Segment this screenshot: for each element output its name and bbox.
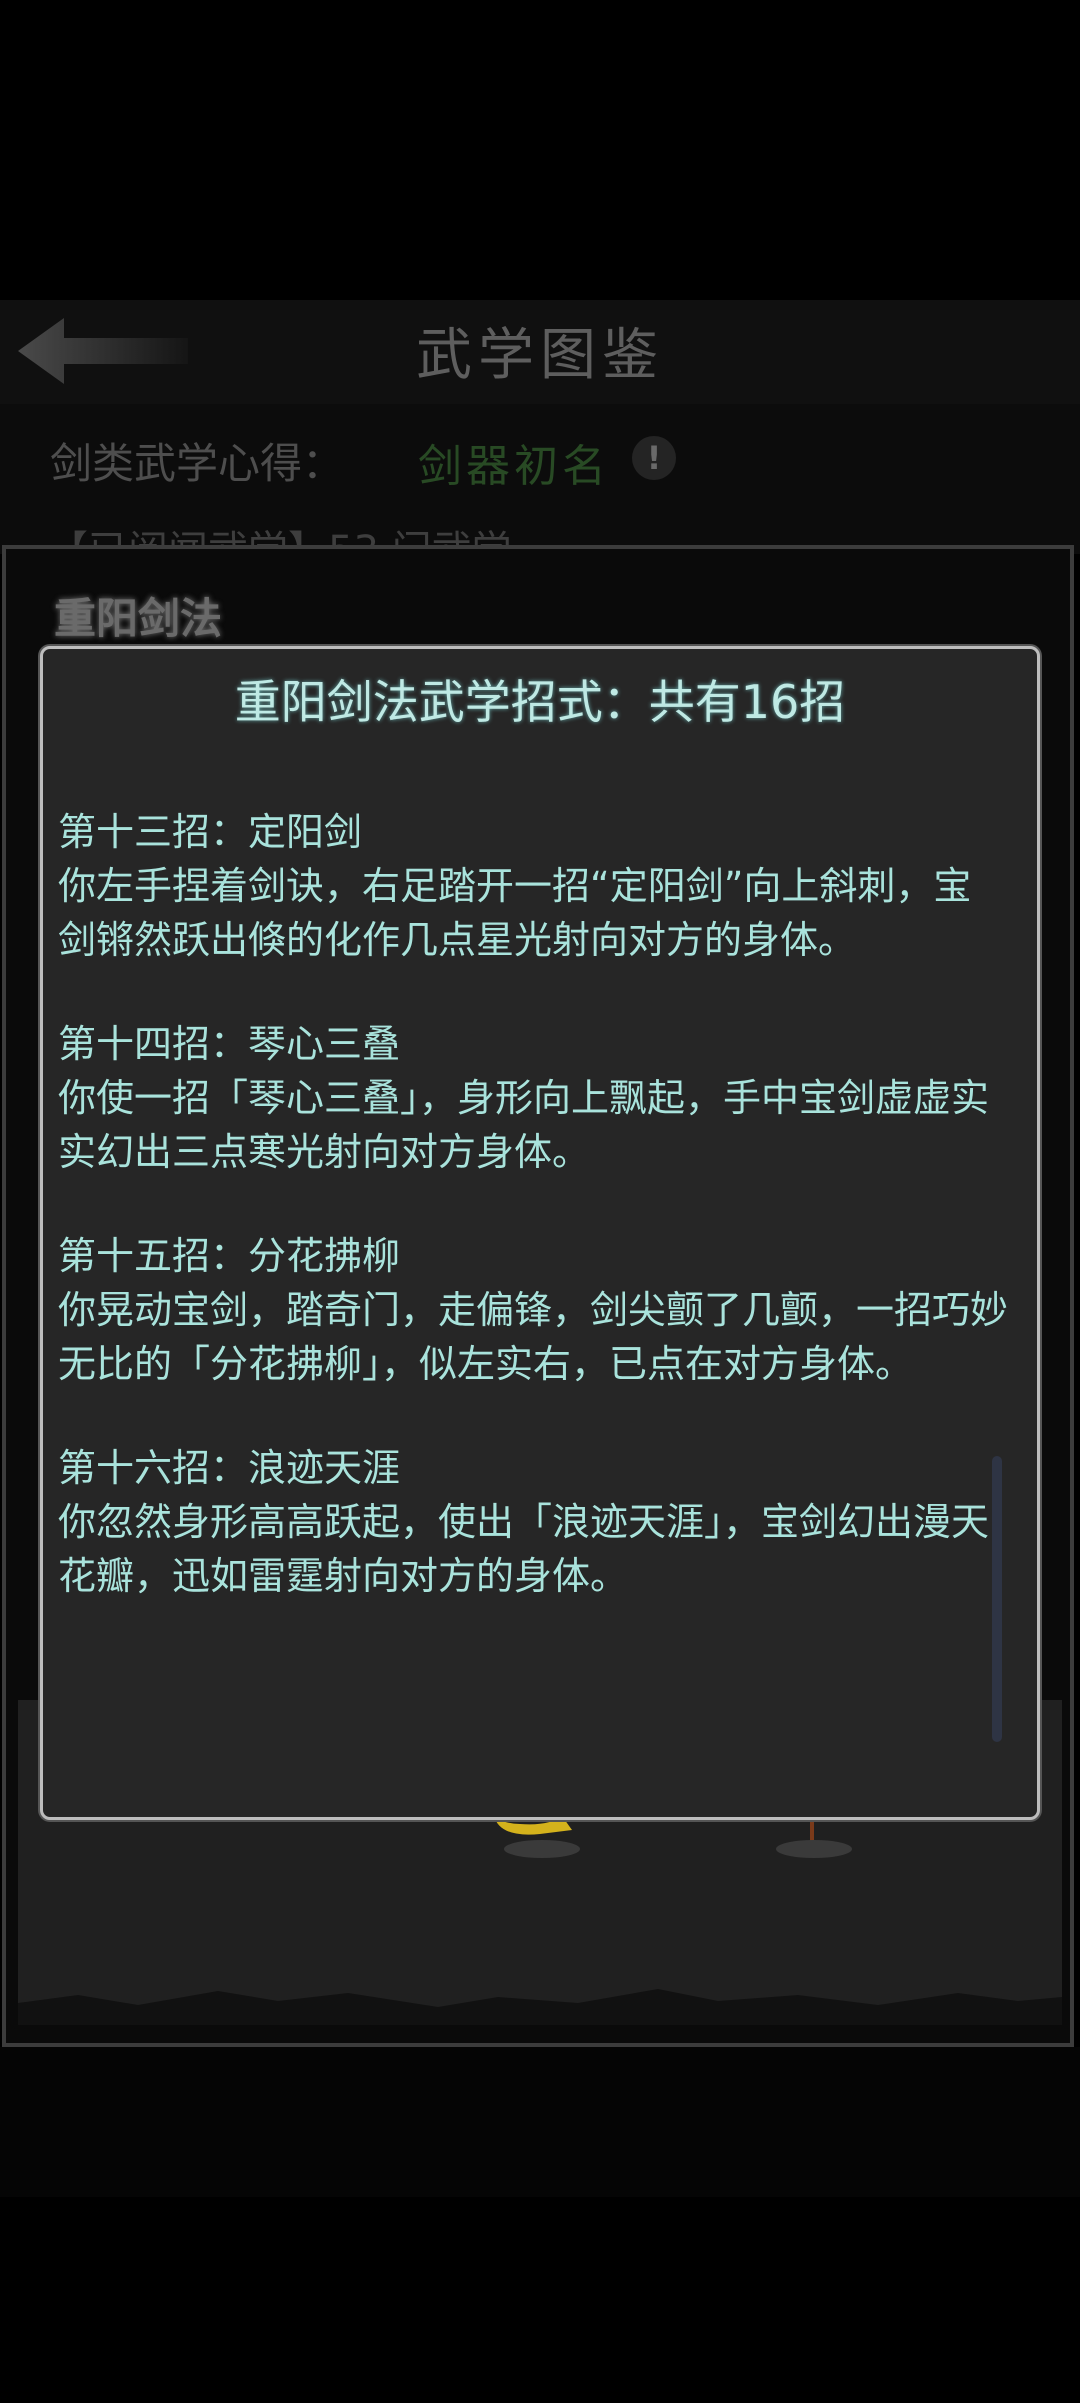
move-description: 你左手捏着剑诀，右足踏开一招“定阳剑”向上斜刺，宝剑锵然跃出倏的化作几点星光射向… (58, 864, 972, 962)
mastery-label: 剑类武学心得： (50, 439, 345, 488)
warning-icon[interactable]: ! (632, 436, 676, 480)
move-description: 你晃动宝剑，踏奇门，走偏锋，剑尖颤了几颤，一招巧妙无比的「分花拂柳」，似左实右，… (58, 1288, 1009, 1386)
ground-silhouette (18, 1989, 1062, 2025)
shadow (504, 1840, 580, 1858)
list-item: 第十四招：琴心三叠 你使一招「琴心三叠」，身形向上飘起，手中宝剑虚虚实实幻出三点… (58, 1017, 1008, 1179)
bottom-area (0, 2047, 1080, 2197)
move-description: 你使一招「琴心三叠」，身形向上飘起，手中宝剑虚虚实实幻出三点寒光射向对方身体。 (58, 1076, 990, 1174)
page-title: 武学图鉴 (416, 323, 664, 388)
moves-panel-title: 重阳剑法武学招式：共有16招 (234, 675, 846, 729)
move-name: 第十三招：定阳剑 (58, 810, 363, 854)
move-name: 第十六招：浪迹天涯 (58, 1446, 401, 1490)
shadow (776, 1840, 852, 1858)
list-item: 第十五招：分花拂柳 你晃动宝剑，踏奇门，走偏锋，剑尖颤了几颤，一招巧妙无比的「分… (58, 1229, 1008, 1391)
moves-list[interactable]: 第十三招：定阳剑 你左手捏着剑诀，右足踏开一招“定阳剑”向上斜刺，宝剑锵然跃出倏… (58, 805, 1008, 1653)
scrollbar[interactable] (992, 1456, 1002, 1742)
move-description: 你忽然身形高高跃起，使出「浪迹天涯」，宝剑幻出漫天花瓣，迅如雷霆射向对方的身体。 (58, 1500, 990, 1598)
move-name: 第十四招：琴心三叠 (58, 1022, 401, 1066)
list-item: 第十三招：定阳剑 你左手捏着剑诀，右足踏开一招“定阳剑”向上斜刺，宝剑锵然跃出倏… (58, 805, 1008, 967)
skill-name: 重阳剑法 (54, 594, 223, 643)
move-name: 第十五招：分花拂柳 (58, 1234, 401, 1278)
list-item: 第十六招：浪迹天涯 你忽然身形高高跃起，使出「浪迹天涯」，宝剑幻出漫天花瓣，迅如… (58, 1441, 1008, 1603)
mastery-value: 剑器初名 (418, 441, 610, 492)
